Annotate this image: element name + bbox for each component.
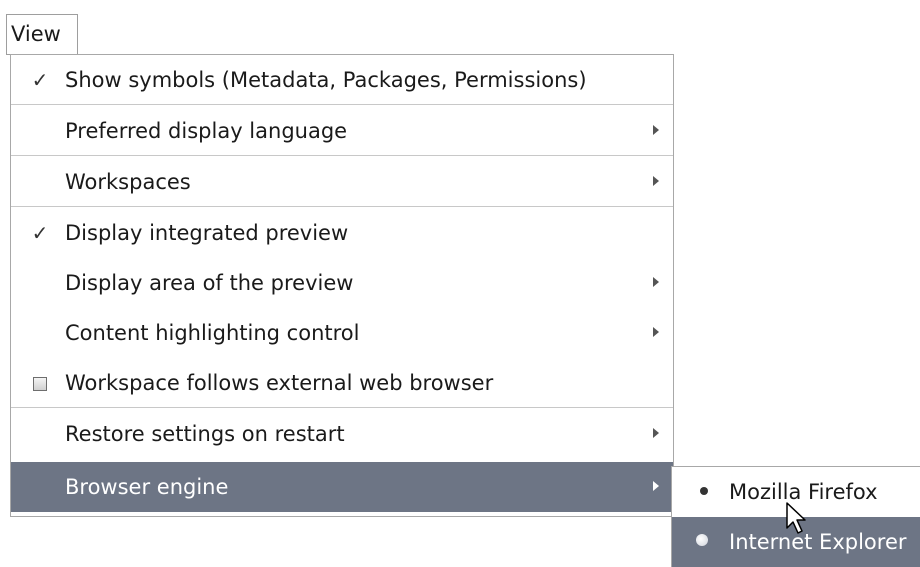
submenu-arrow-icon — [653, 327, 659, 337]
menu-item-display-integrated-preview[interactable]: ✓ Display integrated preview — [11, 208, 673, 258]
menu-item-browser-engine[interactable]: Browser engine — [11, 462, 673, 512]
menu-item-label: Browser engine — [65, 475, 229, 499]
menu-item-label: Restore settings on restart — [65, 422, 345, 446]
menu-item-restore-settings-on-restart[interactable]: Restore settings on restart — [11, 409, 673, 459]
menu-item-workspace-follows-browser[interactable]: Workspace follows external web browser — [11, 358, 673, 408]
menu-item-label: Display integrated preview — [65, 221, 349, 245]
checkmark-icon: ✓ — [31, 221, 49, 245]
submenu-arrow-icon — [653, 277, 659, 287]
menu-item-show-symbols[interactable]: ✓ Show symbols (Metadata, Packages, Perm… — [11, 55, 673, 105]
view-dropdown-menu: ✓ Show symbols (Metadata, Packages, Perm… — [10, 54, 674, 517]
menu-item-label: Display area of the preview — [65, 271, 354, 295]
submenu-arrow-icon — [653, 428, 659, 438]
menu-item-workspaces[interactable]: Workspaces — [11, 157, 673, 207]
submenu-arrow-icon — [653, 176, 659, 186]
checkmark-icon: ✓ — [31, 68, 49, 92]
radio-selected-icon — [700, 487, 708, 495]
submenu-arrow-icon — [653, 481, 659, 491]
menu-item-label: Workspaces — [65, 170, 191, 194]
menu-item-content-highlighting-control[interactable]: Content highlighting control — [11, 308, 673, 358]
submenu-item-label: Internet Explorer — [729, 530, 907, 554]
menu-item-label: Preferred display language — [65, 119, 348, 143]
menu-item-label: Workspace follows external web browser — [65, 371, 494, 395]
view-menu[interactable]: View — [6, 14, 78, 55]
menu-item-label: Show symbols (Metadata, Packages, Permis… — [65, 68, 587, 92]
menu-item-preferred-display-language[interactable]: Preferred display language — [11, 106, 673, 156]
menu-item-display-area-of-preview[interactable]: Display area of the preview — [11, 258, 673, 308]
menu-item-label: Content highlighting control — [65, 321, 360, 345]
checkbox-icon[interactable] — [33, 377, 47, 391]
radio-unselected-icon — [696, 534, 708, 546]
mouse-pointer-icon — [786, 502, 806, 534]
submenu-arrow-icon — [653, 125, 659, 135]
